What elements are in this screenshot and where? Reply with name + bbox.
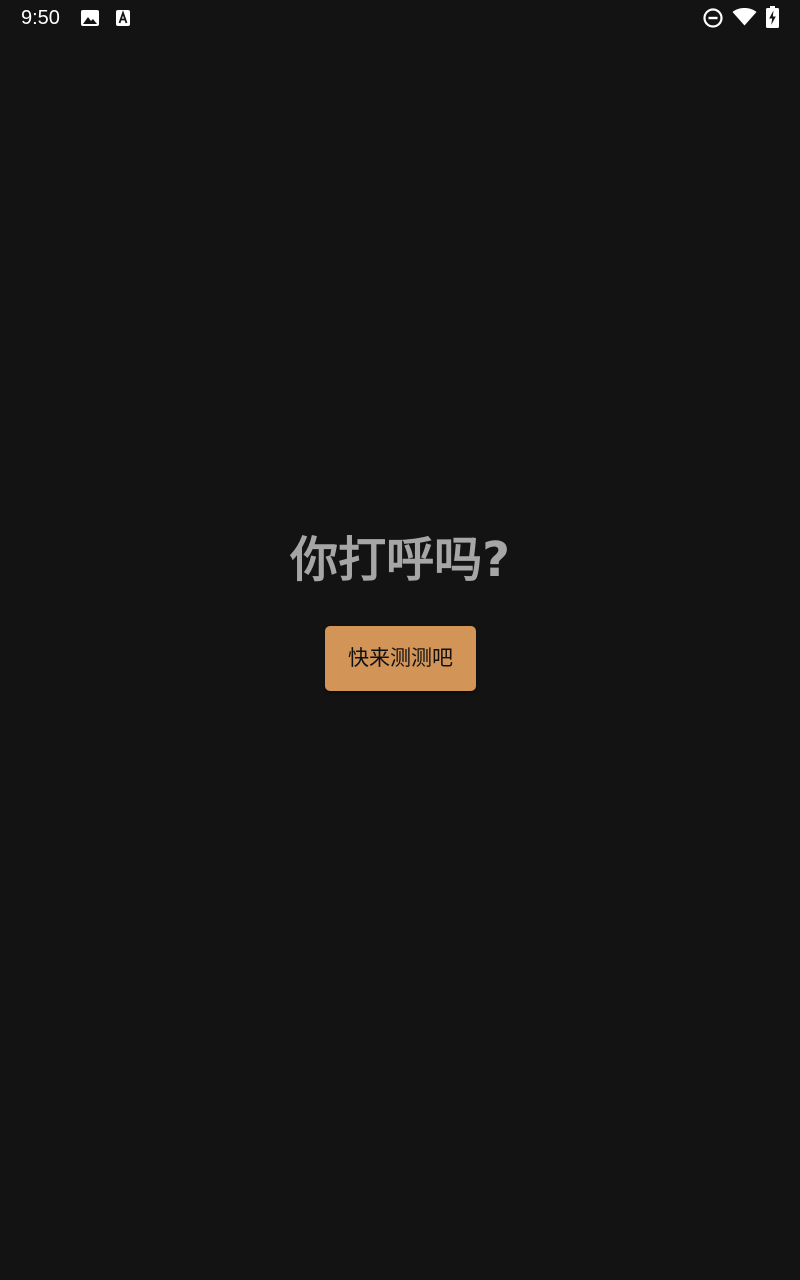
- status-time: 9:50: [21, 7, 60, 29]
- text-a-icon: [115, 9, 131, 31]
- do-not-disturb-icon: [702, 7, 724, 33]
- page-title: 你打呼吗?: [290, 532, 510, 588]
- start-test-button[interactable]: 快来测测吧: [325, 626, 476, 691]
- image-icon: [80, 9, 100, 31]
- status-bar: 9:50: [0, 0, 800, 36]
- battery-charging-icon: [766, 6, 779, 32]
- wifi-icon: [732, 8, 757, 30]
